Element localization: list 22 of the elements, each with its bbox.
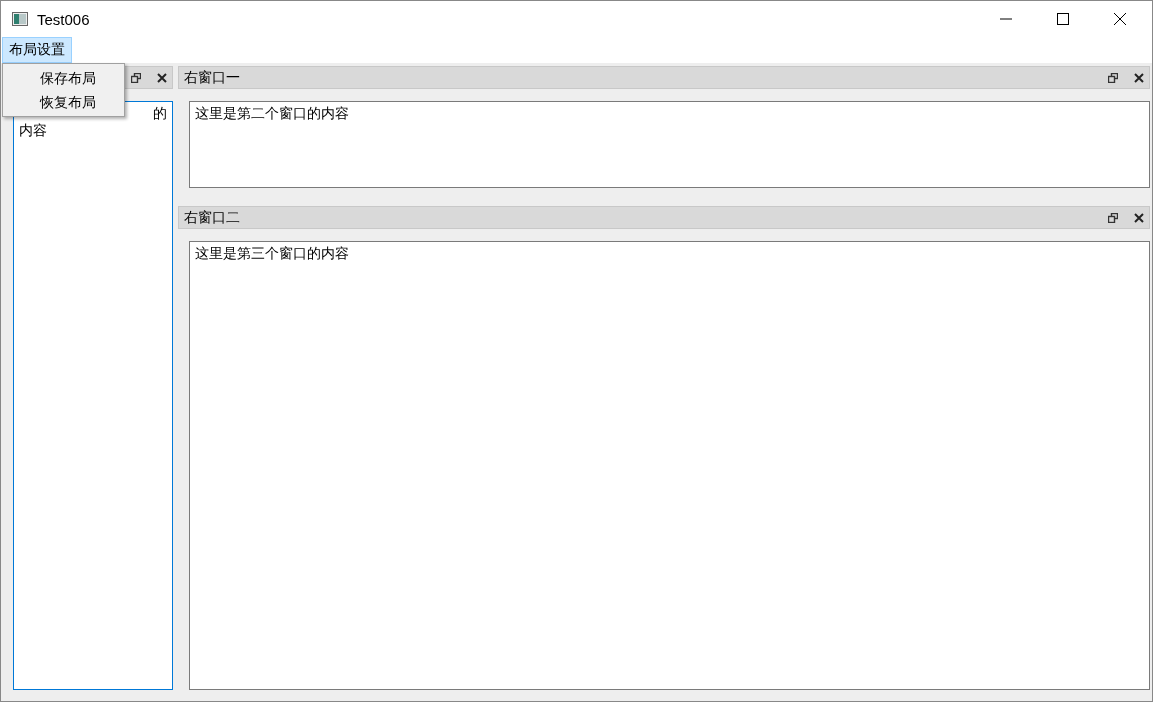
maximize-icon[interactable] [1057, 13, 1069, 25]
dock-title-bar[interactable]: 右窗口二 [178, 206, 1150, 229]
app-icon [12, 12, 28, 26]
text-line: 这里是第二个窗口的内容 [195, 105, 349, 121]
text-area[interactable]: 这里是第二个窗口的内容 [189, 101, 1150, 188]
menu-option[interactable]: 保存布局 [3, 66, 124, 90]
menu-item[interactable]: 布局设置 [2, 37, 72, 63]
close-icon[interactable] [157, 72, 167, 83]
close-icon[interactable] [1134, 72, 1144, 83]
float-icon[interactable] [1108, 72, 1118, 83]
text-line: 内容 [19, 122, 47, 138]
float-icon[interactable] [131, 72, 141, 83]
close-icon[interactable] [1114, 13, 1126, 25]
dock-title-bar[interactable]: 右窗口一 [178, 66, 1150, 89]
float-icon[interactable] [1108, 212, 1118, 223]
window-title: Test006 [37, 10, 90, 28]
text-line: 的 [153, 105, 167, 121]
text-line: 这里是第三个窗口的内容 [195, 245, 349, 261]
close-icon[interactable] [1134, 212, 1144, 223]
dock-title: 右窗口二 [184, 208, 240, 227]
text-area[interactable]: 这里是第三个窗口的内容 [189, 241, 1150, 690]
dock-title: 右窗口一 [184, 68, 240, 87]
